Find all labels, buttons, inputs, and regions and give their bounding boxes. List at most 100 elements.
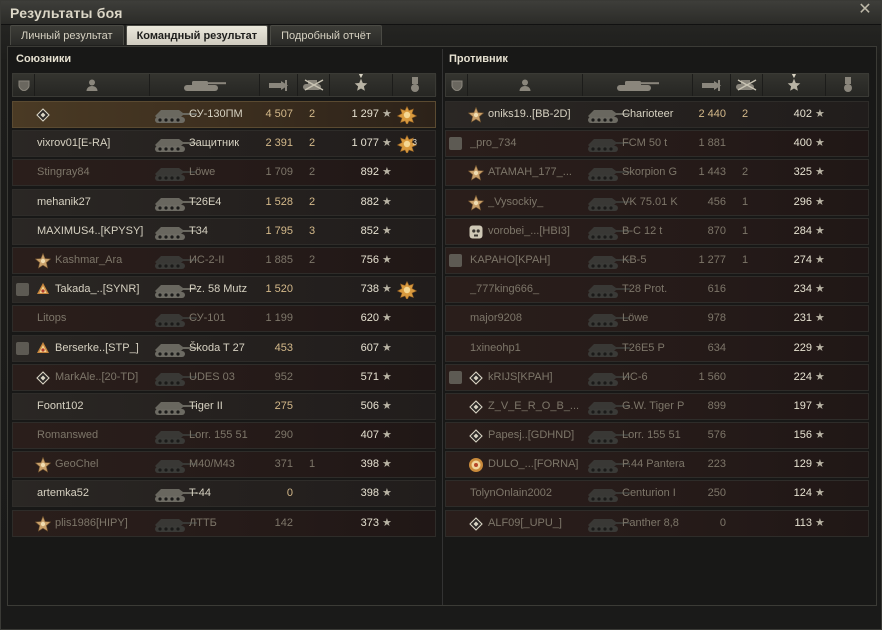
xp-value: 607 — [360, 341, 379, 354]
results-frame: Союзники ▼ СУ-130ПМ 4 507 2 1 297 ★ vixrov01[… — [7, 46, 877, 606]
player-name[interactable]: _pro_734 — [470, 131, 600, 156]
player-name[interactable]: Stingray84 — [37, 160, 167, 185]
medal-icon — [842, 77, 854, 93]
tab-personal-result[interactable]: Личный результат — [10, 25, 124, 45]
xp-value: 274 — [793, 253, 812, 266]
player-row[interactable]: Takada_..[SYNR] Pz. 58 Mutz 1 520 738 ★ — [12, 276, 436, 304]
allies-header-medals[interactable] — [393, 74, 437, 96]
player-row[interactable]: СУ-130ПМ 4 507 2 1 297 ★ — [12, 101, 436, 128]
kills-value: 3 — [308, 224, 316, 237]
enemies-header-xp[interactable]: ▼ — [763, 73, 826, 96]
xp-star-icon: ★ — [815, 283, 825, 296]
player-name[interactable]: vixrov01[E-RA] — [37, 131, 167, 156]
player-row[interactable]: Z_V_E_R_O_B_... G.W. Tiger P 899 197 ★ — [445, 392, 869, 420]
damage-value: 1 528 — [265, 195, 293, 208]
player-row[interactable]: DULO_...[FORNA] P.44 Pantera 223 129 ★ — [445, 451, 869, 479]
medal-icon[interactable] — [396, 105, 418, 126]
player-name[interactable]: MAXIMUS4..[KPYSY] — [37, 219, 167, 244]
enemies-header-damage[interactable] — [693, 74, 731, 96]
player-row[interactable]: GeoChel M40/M43 371 1 398 ★ — [12, 451, 436, 479]
player-row[interactable]: Romanswed Lorr. 155 51 290 407 ★ — [12, 422, 436, 450]
tank-icon — [182, 78, 228, 92]
xp-value: 156 — [793, 429, 812, 442]
xp-star-icon: ★ — [815, 166, 825, 179]
player-row[interactable]: vorobei_...[HBI3] B-C 12 t 870 1 284 ★ — [445, 217, 869, 245]
damage-value: 453 — [274, 341, 293, 354]
allies-header-vehicle[interactable] — [150, 74, 260, 96]
tab-team-result[interactable]: Командный результат — [125, 25, 269, 45]
platoon-icon — [16, 341, 29, 355]
rank-badge-icon — [468, 399, 484, 415]
damage-value: 456 — [707, 195, 726, 208]
player-row[interactable]: Stingray84 Löwe 1 709 2 892 ★ — [12, 159, 436, 187]
player-row[interactable]: ALF09[_UPU_] Panther 8,8 0 113 ★ — [445, 509, 869, 537]
enemies-header-player[interactable] — [468, 74, 583, 96]
medal-icon[interactable] — [396, 280, 418, 301]
medal-icon — [409, 77, 421, 93]
allies-header-kills[interactable] — [298, 74, 330, 96]
player-name[interactable]: TolynOnlain2002 — [470, 481, 600, 506]
tab-detailed-report[interactable]: Подробный отчёт — [270, 25, 382, 45]
allies-header-damage[interactable] — [260, 74, 298, 96]
enemies-header-medals[interactable] — [826, 74, 870, 96]
medal-icon[interactable]: 3 — [396, 135, 418, 155]
player-name[interactable]: artemka52 — [37, 481, 167, 506]
enemies-header-platoon[interactable] — [446, 74, 468, 96]
xp-star-icon: ★ — [815, 429, 825, 442]
damage-value: 1 560 — [698, 370, 726, 383]
damage-value: 371 — [274, 458, 293, 471]
close-icon[interactable]: ✕ — [857, 2, 873, 18]
enemies-header-kills[interactable] — [731, 74, 763, 96]
player-row[interactable]: _Vysockiy_ VK 75.01 K 456 1 296 ★ — [445, 188, 869, 216]
xp-value: 234 — [793, 283, 812, 296]
player-name[interactable]: Litops — [37, 306, 167, 331]
xp-star-icon: ★ — [382, 429, 392, 442]
xp-star-icon: ★ — [815, 108, 825, 120]
rank-badge-icon — [35, 282, 51, 298]
player-row[interactable]: Foont102 Tiger II 275 506 ★ — [12, 392, 436, 420]
damage-value: 1 881 — [698, 137, 726, 150]
player-name[interactable]: Romanswed — [37, 423, 167, 448]
xp-value: 1 077 — [351, 137, 379, 150]
player-row[interactable]: vixrov01[E-RA] Защитник 2 391 2 1 077 ★ 3 — [12, 130, 436, 158]
player-row[interactable]: major9208 Löwe 978 231 ★ — [445, 305, 869, 333]
player-name[interactable]: Foont102 — [37, 394, 167, 419]
player-row[interactable]: oniks19..[BB-2D] Charioteer 2 440 2 402 ★ — [445, 101, 869, 128]
allies-header-platoon[interactable] — [13, 74, 35, 96]
player-name[interactable]: mehanik27 — [37, 190, 167, 215]
xp-star-icon: ★ — [815, 137, 825, 150]
kills-value: 1 — [308, 458, 316, 471]
kills-value — [732, 394, 758, 419]
allies-header-player[interactable] — [35, 74, 150, 96]
player-row[interactable]: KAPAHO[KPAH] KB-5 1 277 1 274 ★ — [445, 246, 869, 274]
player-name[interactable]: 1xineohp1 — [470, 336, 600, 361]
player-row[interactable]: ATAMAH_177_... Skorpion G1 443 2 325 ★ — [445, 159, 869, 187]
player-row[interactable]: MarkAle..[20-TD] UDES 03 952 571 ★ — [12, 363, 436, 391]
allies-header-xp[interactable]: ▼ — [330, 73, 393, 96]
medal-count: 3 — [412, 138, 417, 148]
enemies-header-vehicle[interactable] — [583, 74, 693, 96]
player-row[interactable]: Papesj..[GDHND] Lorr. 155 51 576 156 ★ — [445, 422, 869, 450]
player-name[interactable]: major9208 — [470, 306, 600, 331]
player-name[interactable]: _777king666_ — [470, 277, 600, 302]
player-row[interactable]: 1xineohp1 T26E5 P 634 229 ★ — [445, 334, 869, 362]
xp-star-icon — [787, 78, 801, 92]
player-row[interactable]: plis1986[HIPY] ЛТТБ 142 373 ★ — [12, 509, 436, 537]
xp-star-icon: ★ — [382, 253, 392, 266]
player-name[interactable]: KAPAHO[KPAH] — [470, 248, 600, 273]
player-row[interactable]: Litops СУ-101 1 199 620 ★ — [12, 305, 436, 333]
player-row[interactable]: artemka52 T-44 0 398 ★ — [12, 480, 436, 508]
player-row[interactable]: mehanik27 T26E4 1 528 2 882 ★ — [12, 188, 436, 216]
player-icon — [518, 78, 532, 92]
player-row[interactable]: _pro_734 FCM 50 t1 881 400 ★ — [445, 130, 869, 158]
player-row[interactable]: kRIJS[KPAH] ИС-6 1 560 224 ★ — [445, 363, 869, 391]
player-row[interactable]: Kashmar_Ara ИС-2-II 1 885 2 756 ★ — [12, 246, 436, 274]
kills-value — [732, 365, 758, 390]
xp-value: 882 — [360, 195, 379, 208]
xp-value: 407 — [360, 429, 379, 442]
player-row[interactable]: Berserke..[STP_] Škoda T 27 453 607 ★ — [12, 334, 436, 362]
player-row[interactable]: TolynOnlain2002 Centurion I 250 124 ★ — [445, 480, 869, 508]
xp-value: 124 — [793, 487, 812, 500]
player-row[interactable]: MAXIMUS4..[KPYSY] T34 1 795 3 852 ★ — [12, 217, 436, 245]
player-row[interactable]: _777king666_ T28 Prot. 616 234 ★ — [445, 276, 869, 304]
